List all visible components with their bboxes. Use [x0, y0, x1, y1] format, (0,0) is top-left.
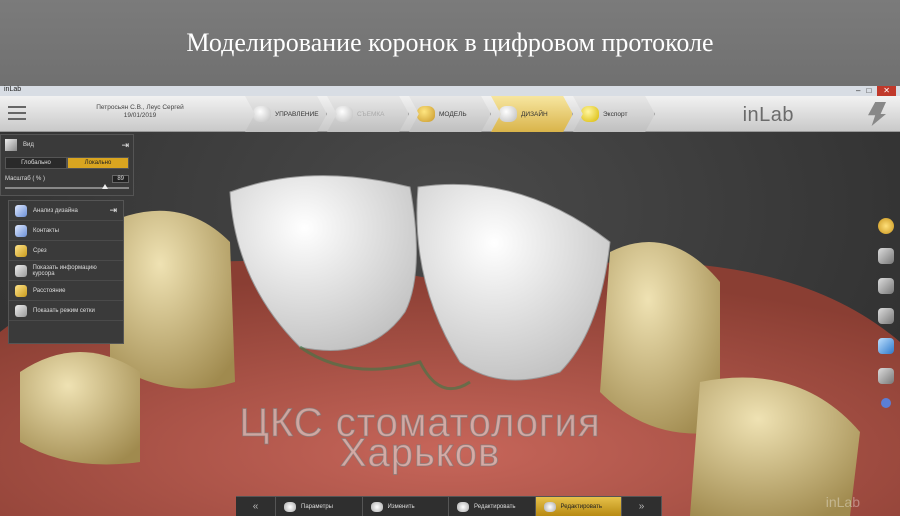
crown-icon: [499, 106, 517, 122]
bottom-edit-active-button[interactable]: Редактировать: [535, 497, 622, 516]
bottom-item-label: Изменить: [387, 503, 415, 510]
view-panel-header: Вид ⇥: [1, 135, 133, 155]
step-label: МОДЕЛЬ: [439, 110, 467, 118]
menu-item-label: Показать режим сетки: [33, 307, 95, 314]
menu-item-grid-mode[interactable]: Показать режим сетки: [9, 301, 123, 321]
bottom-toolbar: « Параметры Изменить Редактировать Редак…: [236, 496, 662, 516]
scan-icon: [335, 106, 353, 122]
watermark: ЦКС стоматология Харьков: [80, 403, 760, 475]
analysis-menu-header: Анализ дизайна ⇥: [9, 201, 123, 221]
menu-item-label: Расстояние: [33, 287, 66, 294]
window-controls: – □ ✕: [856, 86, 896, 96]
scale-value-input[interactable]: 89: [112, 175, 129, 183]
watermark-line2: Харьков: [339, 431, 501, 475]
corner-brand: inLab: [825, 494, 860, 510]
step-export[interactable]: Экспорт: [573, 96, 655, 132]
bottom-item-label: Редактировать: [474, 503, 516, 510]
right-toolbar: [878, 218, 894, 408]
step-label: СЪЕМКА: [357, 110, 385, 118]
step-acquisition[interactable]: СЪЕМКА: [327, 96, 409, 132]
hamburger-menu-icon[interactable]: [8, 106, 26, 120]
mode-global-button[interactable]: Глобально: [5, 157, 67, 169]
minimize-button[interactable]: –: [856, 86, 860, 96]
analysis-icon: [15, 204, 27, 217]
pin-icon[interactable]: ⇥: [121, 140, 129, 151]
view-mode-toggle: Глобально Локально: [5, 157, 129, 169]
bottom-item-label: Параметры: [301, 503, 333, 510]
step-administration[interactable]: УПРАВЛЕНИЕ: [245, 96, 327, 132]
menu-item-label: Срез: [33, 247, 47, 254]
menu-item-label: Контакты: [33, 227, 59, 234]
step-model[interactable]: МОДЕЛЬ: [409, 96, 491, 132]
patient-info: Петросьян С.В., Леус Сергей 19/01/2019: [60, 104, 220, 120]
scale-slider[interactable]: [5, 184, 129, 189]
export-icon: [581, 106, 599, 122]
cursor-info-icon: [15, 264, 27, 277]
mode-local-button[interactable]: Локально: [67, 157, 129, 169]
parameters-icon: [284, 501, 296, 512]
book-icon[interactable]: [878, 308, 894, 324]
pin-icon[interactable]: ⇥: [109, 205, 117, 216]
tooth-db-icon[interactable]: [878, 218, 894, 234]
cube-icon: [5, 139, 17, 151]
scale-label: Масштаб ( % ): [5, 176, 46, 182]
bottom-modify-button[interactable]: Изменить: [363, 497, 449, 516]
step-label: УПРАВЛЕНИЕ: [275, 110, 319, 118]
view-panel: Вид ⇥ Глобально Локально Масштаб ( % ) 8…: [0, 134, 134, 196]
back-arrow-icon[interactable]: «: [236, 497, 276, 516]
case-date: 19/01/2019: [123, 112, 157, 119]
scissors-icon[interactable]: [878, 278, 894, 294]
bottom-edit-button[interactable]: Редактировать: [449, 497, 536, 516]
menu-item-label: Показать информацию курсора: [32, 264, 97, 277]
maximize-button[interactable]: □: [866, 86, 871, 96]
analysis-tool-icon[interactable]: [878, 338, 894, 354]
edit-icon: [457, 501, 469, 512]
menu-item-contacts[interactable]: Контакты: [9, 221, 123, 241]
grid-mode-icon: [15, 304, 27, 317]
modify-icon: [370, 501, 383, 512]
bottom-parameters-button[interactable]: Параметры: [276, 497, 363, 516]
view-panel-title: Вид: [23, 142, 34, 148]
section-icon: [15, 244, 27, 257]
close-button[interactable]: ✕: [877, 86, 896, 96]
main-toolbar: Петросьян С.В., Леус Сергей 19/01/2019 У…: [0, 96, 900, 132]
analysis-menu: Анализ дизайна ⇥ Контакты Срез Показать …: [8, 200, 124, 344]
title-banner: Моделирование коронок в цифровом протоко…: [0, 0, 900, 86]
step-label: Экспорт: [603, 110, 628, 118]
scale-row: Масштаб ( % ) 89: [1, 171, 133, 187]
tools-icon[interactable]: [878, 248, 894, 264]
distance-icon: [15, 284, 27, 297]
jaw-icon: [253, 106, 271, 122]
workflow-steps: УПРАВЛЕНИЕ СЪЕМКА МОДЕЛЬ ДИЗАЙН Экспорт: [245, 96, 655, 132]
bottom-item-label: Редактировать: [560, 503, 602, 510]
menu-item-distance[interactable]: Расстояние: [9, 281, 123, 301]
contacts-icon: [15, 224, 27, 237]
window-titlebar: inLab – □ ✕: [0, 86, 900, 96]
checklist-icon[interactable]: [878, 368, 894, 384]
brand-logo: inLab: [742, 104, 794, 126]
step-label: ДИЗАЙН: [521, 110, 548, 118]
menu-item-section[interactable]: Срез: [9, 241, 123, 261]
natural-tooth-left: [110, 210, 235, 389]
window-app-name: inLab: [4, 86, 22, 93]
forward-arrow-icon[interactable]: »: [622, 497, 662, 516]
crown-edit-icon: [543, 501, 556, 512]
step-design[interactable]: ДИЗАЙН: [491, 96, 573, 132]
banner-title: Моделирование коронок в цифровом протоко…: [186, 28, 714, 57]
model-icon: [417, 106, 435, 122]
analysis-menu-title: Анализ дизайна: [33, 207, 78, 214]
patient-name: Петросьян С.В., Леус Сергей: [96, 104, 184, 111]
lightning-icon[interactable]: [868, 102, 886, 126]
slider-handle[interactable]: [101, 184, 108, 189]
menu-item-cursor-info[interactable]: Показать информацию курсора: [9, 261, 123, 281]
info-icon[interactable]: [881, 398, 891, 408]
